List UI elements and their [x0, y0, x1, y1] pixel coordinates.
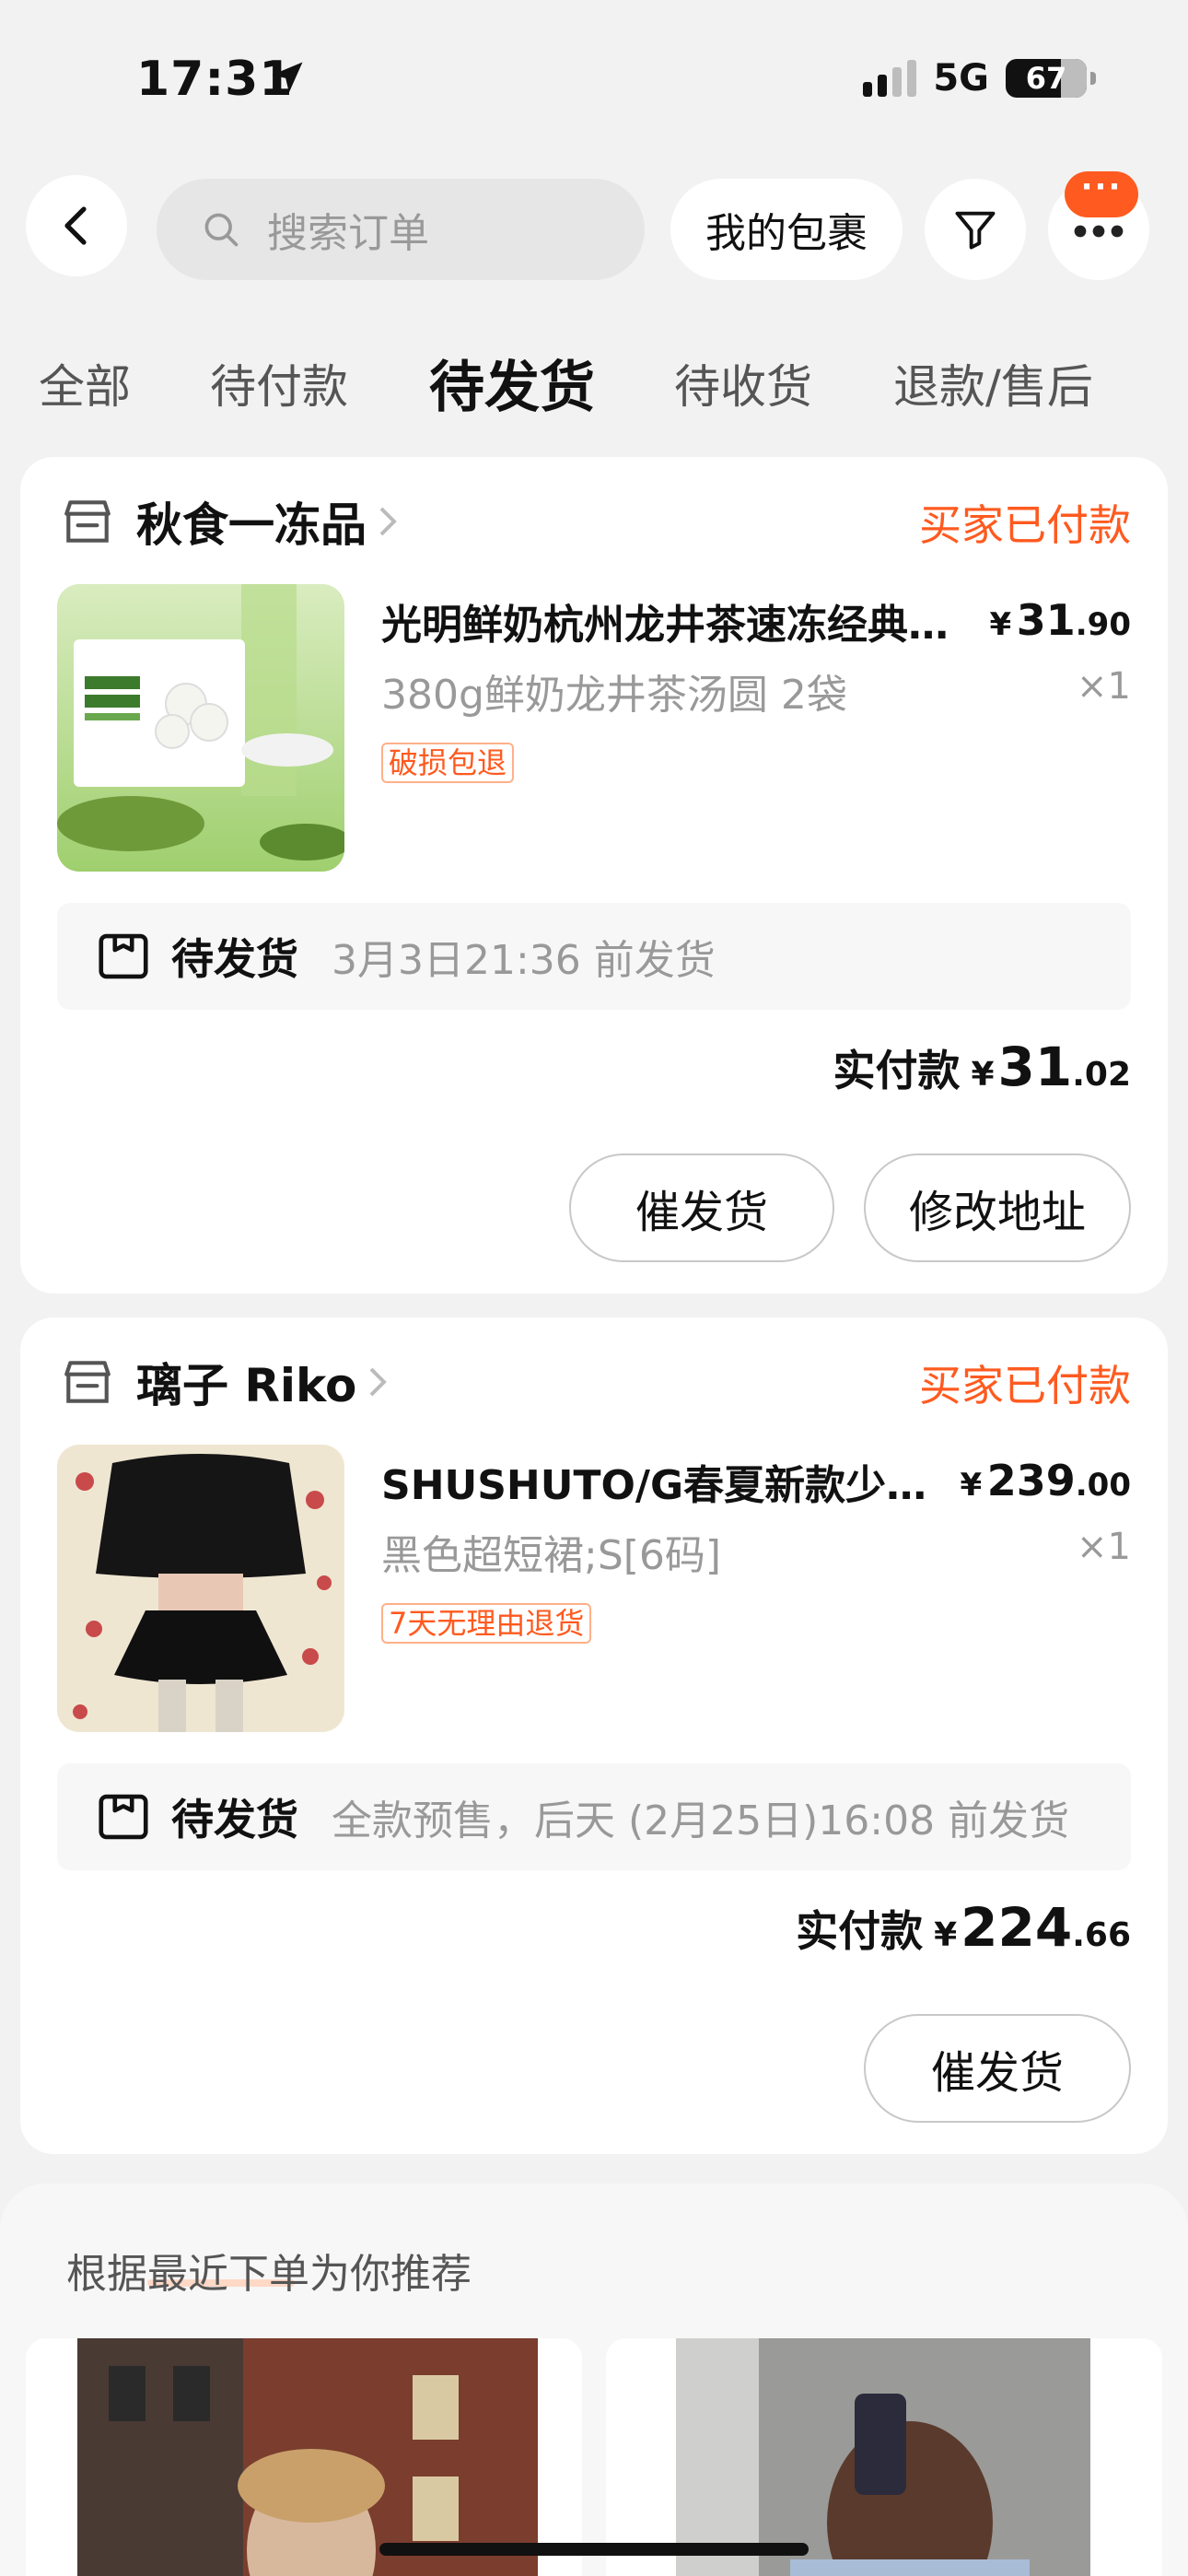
order-card[interactable]: 璃子 Riko 买家已付款 SHUSHUTO/G春夏新款少女风短裙 ¥ 239.…	[20, 1317, 1168, 2154]
store-icon	[64, 500, 111, 543]
recommended-product[interactable]	[26, 2338, 582, 2576]
order-status: 买家已付款	[919, 1361, 1131, 1411]
paid-decimal: .02	[1072, 1056, 1131, 1094]
tab-pending-payment[interactable]: 待付款	[210, 350, 348, 416]
paid-amount: 实付款 ¥ 31.02	[833, 1036, 1131, 1098]
message-badge: ···	[1065, 171, 1138, 217]
filter-icon	[955, 211, 996, 250]
currency-symbol: ¥	[960, 1467, 983, 1504]
currency-symbol: ¥	[989, 606, 1012, 643]
service-tag: 破损包退	[381, 743, 515, 783]
shipping-label: 待发货	[171, 934, 298, 984]
change-address-button[interactable]: 修改地址	[864, 1153, 1131, 1262]
price-integer: 239	[986, 1456, 1076, 1505]
product-spec: 黑色超短裙;S[6码]	[381, 1532, 722, 1579]
price-decimal: .00	[1075, 1467, 1131, 1504]
recommendation-section: 根据最近下单为你推荐	[0, 2184, 1188, 2576]
paid-decimal: .66	[1072, 1916, 1131, 1954]
box-icon	[99, 1794, 148, 1840]
paid-integer: 31	[997, 1036, 1073, 1098]
price-integer: 31	[1016, 595, 1076, 645]
network-type: 5G	[933, 57, 989, 100]
paid-label: 实付款	[796, 1906, 924, 1956]
shipping-deadline: 全款预售，后天 (2月25日)16:08 前发货	[332, 1797, 1070, 1844]
paid-label: 实付款	[833, 1046, 961, 1095]
product-price: ¥ 239.00	[960, 1456, 1131, 1505]
search-placeholder: 搜索订单	[267, 210, 429, 257]
order-card[interactable]: 秋食一冻品 买家已付款 光明鲜奶杭州龙井茶速冻经典汤圆 ¥ 31.90 380g…	[20, 457, 1168, 1294]
back-button[interactable]	[26, 175, 127, 276]
product-quantity: ×1	[1077, 665, 1131, 708]
tab-pending-receipt[interactable]: 待收货	[674, 350, 812, 416]
product-title[interactable]: 光明鲜奶杭州龙井茶速冻经典汤圆	[381, 591, 971, 650]
order-tabs: 全部 待付款 待发货 待收货 退款/售后	[0, 341, 1188, 433]
battery-icon: 67	[1006, 59, 1096, 98]
battery-level: 67	[1025, 61, 1067, 96]
filter-button[interactable]	[925, 179, 1026, 280]
service-tag: 7天无理由退货	[381, 1603, 592, 1644]
urge-shipment-button[interactable]: 催发货	[864, 2014, 1131, 2123]
shipping-status: 待发货 3月3日21:36 前发货	[57, 903, 1131, 1010]
shipping-status: 待发货 全款预售，后天 (2月25日)16:08 前发货	[57, 1763, 1131, 1870]
shipping-label: 待发货	[171, 1795, 298, 1844]
order-status: 买家已付款	[919, 500, 1131, 550]
recommendation-title: 根据最近下单为你推荐	[66, 2251, 472, 2298]
product-spec: 380g鲜奶龙井茶汤圆 2袋	[381, 672, 847, 719]
my-packages-button[interactable]: 我的包裹	[670, 179, 903, 280]
product-quantity: ×1	[1077, 1526, 1131, 1568]
search-icon	[204, 213, 239, 247]
search-input[interactable]: 搜索订单	[157, 179, 645, 280]
chevron-right-icon	[369, 1367, 388, 1397]
product-image[interactable]	[57, 1445, 344, 1732]
more-dots-icon	[1074, 225, 1124, 238]
currency-symbol: ¥	[934, 1916, 958, 1954]
recommended-product[interactable]	[606, 2338, 1162, 2576]
product-price: ¥ 31.90	[990, 595, 1132, 645]
urge-shipment-button[interactable]: 催发货	[569, 1153, 834, 1262]
tab-all[interactable]: 全部	[39, 350, 131, 416]
paid-integer: 224	[961, 1896, 1073, 1959]
status-bar: 17:31 5G 67	[0, 0, 1188, 157]
shipping-deadline: 3月3日21:36 前发货	[332, 937, 716, 984]
shop-name: 璃子 Riko	[136, 1359, 357, 1412]
shop-name: 秋食一冻品	[136, 498, 367, 552]
paid-amount: 实付款 ¥ 224.66	[796, 1896, 1131, 1959]
currency-symbol: ¥	[971, 1056, 995, 1094]
shop-header[interactable]: 璃子 Riko	[61, 1349, 390, 1415]
tab-refund-aftersale[interactable]: 退款/售后	[893, 350, 1093, 416]
box-icon	[99, 933, 148, 979]
product-title[interactable]: SHUSHUTO/G春夏新款少女风短裙	[381, 1452, 952, 1511]
chevron-right-icon	[379, 507, 397, 536]
shop-header[interactable]: 秋食一冻品	[61, 488, 400, 555]
location-arrow-icon	[272, 62, 303, 93]
price-decimal: .90	[1075, 606, 1131, 643]
home-indicator	[379, 2543, 809, 2556]
header: 搜索订单 我的包裹	[0, 175, 1188, 286]
store-icon	[64, 1361, 111, 1403]
signal-icon	[863, 60, 917, 97]
tab-pending-shipment[interactable]: 待发货	[429, 343, 595, 423]
product-image[interactable]	[57, 584, 344, 872]
back-chevron-icon	[64, 206, 87, 245]
